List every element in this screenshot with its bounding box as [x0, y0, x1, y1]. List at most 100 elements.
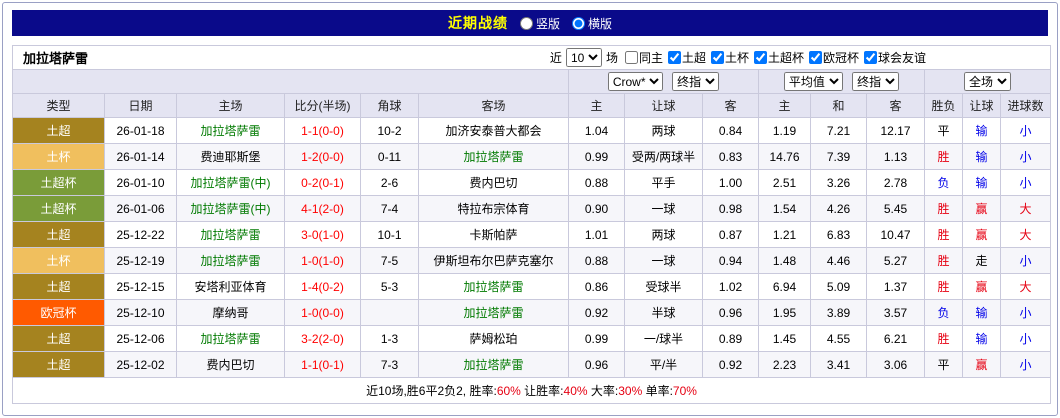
eu-draw-odds: 4.26	[810, 195, 867, 222]
goals-result: 小	[999, 247, 1052, 274]
final-score: 1-4(0-2)	[284, 273, 361, 300]
eu-home-odds: 1.54	[758, 195, 811, 222]
handicap-result: 输	[962, 117, 1001, 144]
result-badge: 胜	[924, 143, 963, 170]
league-filter-土超杯[interactable]: 土超杯	[754, 49, 804, 66]
type-badge: 土超	[12, 351, 105, 378]
league-checkbox-label: 土超杯	[768, 50, 805, 65]
corner-score: 2-6	[360, 169, 419, 196]
recent-count-select[interactable]: 10	[565, 48, 602, 67]
league-checkbox-label: 同主	[638, 50, 663, 65]
ah-away-odds: 0.87	[702, 221, 759, 248]
type-badge: 土杯	[12, 143, 105, 170]
match-row: 土超杯 26-01-10 加拉塔萨雷(中) 0-2(0-1) 2-6 费内巴切 0.88 平手…	[12, 169, 1052, 196]
handicap-result: 走	[962, 247, 1001, 274]
vertical-layout-label: 竖版	[535, 16, 560, 31]
match-date: 26-01-06	[104, 195, 177, 222]
scope-select[interactable]: 全场	[964, 72, 1012, 91]
ah-home-odds: 1.01	[568, 221, 625, 248]
corner-score: 5-3	[360, 273, 419, 300]
odds-source-select[interactable]: Crow*	[607, 72, 663, 91]
away-team: 特拉布宗体育	[418, 195, 569, 222]
games-label: 场	[605, 51, 618, 65]
result-badge: 负	[924, 169, 963, 196]
eu-draw-odds: 7.21	[810, 117, 867, 144]
layout-option-horizontal[interactable]: 横版	[572, 15, 612, 32]
type-badge: 土超杯	[12, 195, 105, 222]
column-header: 主场	[176, 93, 285, 118]
match-date: 26-01-14	[104, 143, 177, 170]
corner-score: 7-5	[360, 247, 419, 274]
match-date: 25-12-15	[104, 273, 177, 300]
page-title: 近期战绩	[447, 15, 508, 31]
horizontal-layout-label: 横版	[588, 16, 613, 31]
league-filter-土杯[interactable]: 土杯	[710, 49, 749, 66]
column-header: 主	[568, 93, 625, 118]
column-header: 比分(半场)	[284, 93, 361, 118]
selector-spacer	[12, 69, 569, 94]
eu-draw-odds: 5.09	[810, 273, 867, 300]
league-checkbox[interactable]	[710, 50, 724, 64]
result-badge: 胜	[924, 247, 963, 274]
result-badge: 平	[924, 351, 963, 378]
home-team: 加拉塔萨雷	[176, 247, 285, 274]
league-filter-土超[interactable]: 土超	[667, 49, 706, 66]
league-checkbox[interactable]	[667, 50, 681, 64]
filter-controls: 近 10 场 同主 土超 土杯 土超杯 欧冠杯 球会友谊	[550, 48, 926, 67]
summary-row: 近10场,胜6平2负2, 胜率:60% 让胜率:40% 大率:30% 单率:70…	[11, 377, 1052, 404]
away-team: 加济安泰普大都会	[418, 117, 569, 144]
result-badge: 胜	[924, 195, 963, 222]
eu-away-odds: 5.27	[866, 247, 925, 274]
league-checkbox-label: 欧冠杯	[823, 50, 860, 65]
final-score: 1-1(0-0)	[284, 117, 361, 144]
corner-score: 7-3	[360, 351, 419, 378]
league-checkbox[interactable]	[809, 50, 823, 64]
summary-stat: 大率:	[587, 384, 619, 398]
layout-option-vertical[interactable]: 竖版	[519, 15, 560, 32]
goals-result: 小	[999, 351, 1052, 378]
home-team: 加拉塔萨雷(中)	[176, 169, 285, 196]
vertical-layout-radio[interactable]	[519, 16, 533, 30]
column-header: 和	[810, 93, 867, 118]
ah-away-odds: 1.00	[702, 169, 759, 196]
eu-away-odds: 1.37	[866, 273, 925, 300]
column-header: 日期	[104, 93, 177, 118]
europe-time-select[interactable]: 终指	[852, 72, 900, 91]
league-filter-同主[interactable]: 同主	[624, 49, 663, 66]
filter-row: 加拉塔萨雷 近 10 场 同主 土超 土杯 土超杯 欧冠杯 球会友谊	[11, 45, 1052, 70]
horizontal-layout-radio[interactable]	[572, 16, 585, 30]
away-team: 加拉塔萨雷	[418, 299, 569, 326]
eu-away-odds: 6.21	[866, 325, 925, 352]
league-checkbox[interactable]	[754, 50, 767, 64]
match-date: 25-12-10	[104, 299, 177, 326]
goals-result: 小	[999, 143, 1052, 170]
result-badge: 平	[924, 117, 963, 144]
away-team: 伊斯坦布尔巴萨克塞尔	[418, 247, 569, 274]
match-row: 土超 25-12-02 费内巴切 1-1(0-1) 7-3 加拉塔萨雷 0.96 平/半 0.9…	[12, 351, 1052, 378]
home-team: 加拉塔萨雷	[176, 325, 285, 352]
eu-away-odds: 12.17	[866, 117, 925, 144]
eu-home-odds: 1.19	[758, 117, 811, 144]
corner-score: 10-2	[360, 117, 419, 144]
goals-result: 小	[999, 169, 1052, 196]
handicap-selector-cell: Crow* 终指	[568, 69, 759, 94]
league-checkbox-label: 球会友谊	[878, 50, 927, 65]
league-checkbox[interactable]	[864, 50, 878, 64]
ah-home-odds: 0.92	[568, 299, 625, 326]
league-filter-球会友谊[interactable]: 球会友谊	[864, 49, 926, 66]
league-checkbox-label: 土杯	[724, 50, 749, 65]
home-team: 费迪耶斯堡	[176, 143, 285, 170]
column-header: 客场	[418, 93, 569, 118]
summary-stat: 单率:	[642, 384, 673, 398]
column-header: 角球	[360, 93, 419, 118]
final-score: 3-0(1-0)	[284, 221, 361, 248]
match-row: 土杯 25-12-19 加拉塔萨雷 1-0(1-0) 7-5 伊斯坦布尔巴萨克塞尔 0.88…	[12, 247, 1052, 274]
league-checkbox[interactable]	[624, 50, 638, 64]
league-filter-欧冠杯[interactable]: 欧冠杯	[809, 49, 859, 66]
ah-home-odds: 0.88	[568, 169, 625, 196]
type-badge: 土超	[12, 273, 105, 300]
europe-avg-select[interactable]: 平均值	[783, 72, 843, 91]
handicap-time-select[interactable]: 终指	[672, 72, 720, 91]
handicap-result: 赢	[962, 273, 1001, 300]
home-team: 费内巴切	[176, 351, 285, 378]
